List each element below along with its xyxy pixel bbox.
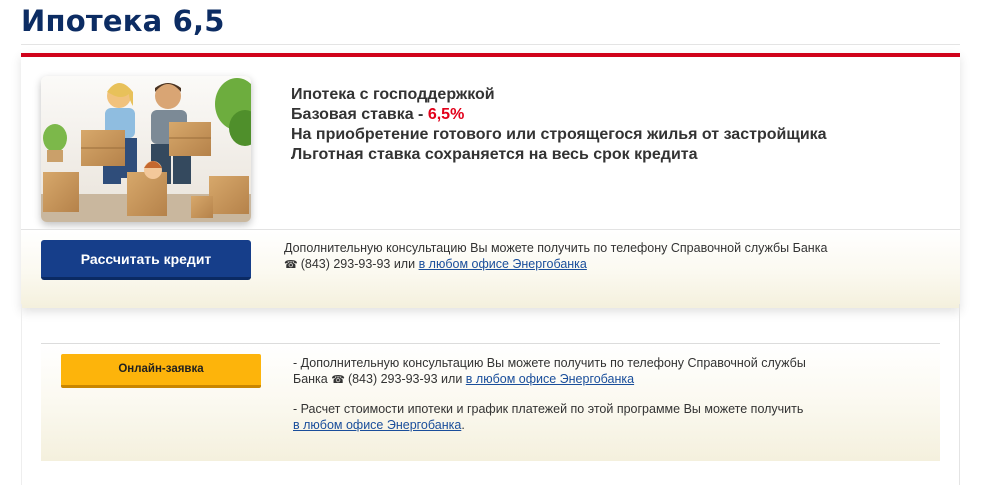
note-text: Банка [293, 372, 332, 386]
feature-item: Льготная ставка сохраняется на весь срок… [291, 146, 698, 163]
phone-icon: ☎ [284, 259, 298, 271]
phone-number: (843) 293-93-93 или [300, 257, 419, 271]
rate-label: Базовая ставка - [291, 106, 428, 123]
title-divider [21, 44, 960, 45]
note-end: . [461, 418, 465, 432]
office-link[interactable]: в любом офисе Энергобанка [419, 257, 587, 271]
phone-icon: ☎ [331, 374, 345, 386]
consultation-note: - Дополнительную консультацию Вы можете … [293, 355, 853, 388]
container-right-edge [959, 304, 960, 485]
consultation-contact: ☎ (843) 293-93-93 или в любом офисе Энерг… [284, 256, 924, 273]
note-line: - Дополнительную консультацию Вы можете … [293, 356, 806, 370]
consultation-text: Дополнительную консультацию Вы можете по… [284, 241, 828, 255]
card-actions: Рассчитать кредит Дополнительную консуль… [21, 230, 960, 308]
family-photo [41, 76, 251, 222]
note-link-line: в любом офисе Энергобанка. [293, 417, 853, 433]
features-list: Ипотека с господдержкой Базовая ставка -… [291, 85, 827, 165]
mortgage-card: Ипотека с господдержкой Базовая ставка -… [21, 53, 960, 308]
calculate-credit-button[interactable]: Рассчитать кредит [41, 240, 251, 280]
feature-item: На приобретение готового или строящегося… [291, 126, 827, 143]
feature-item-rate: Базовая ставка - 6,5% [291, 105, 827, 125]
office-link[interactable]: в любом офисе Энергобанка [466, 372, 634, 386]
online-application-block: Онлайн-заявка - Дополнительную консульта… [41, 343, 940, 461]
feature-item: Ипотека с господдержкой [291, 86, 495, 103]
office-link[interactable]: в любом офисе Энергобанка [293, 418, 461, 432]
rate-value: 6,5% [427, 106, 465, 123]
container-left-edge [21, 304, 22, 485]
page-title: Ипотека 6,5 [21, 4, 225, 38]
note-contact: Банка ☎ (843) 293-93-93 или в любом офисе… [293, 371, 853, 388]
phone-number: (843) 293-93-93 или [347, 372, 466, 386]
calculation-note: - Расчет стоимости ипотеки и график плат… [293, 401, 853, 433]
online-application-button[interactable]: Онлайн-заявка [61, 354, 261, 388]
consultation-info: Дополнительную консультацию Вы можете по… [284, 240, 924, 273]
note-line: - Расчет стоимости ипотеки и график плат… [293, 402, 804, 416]
